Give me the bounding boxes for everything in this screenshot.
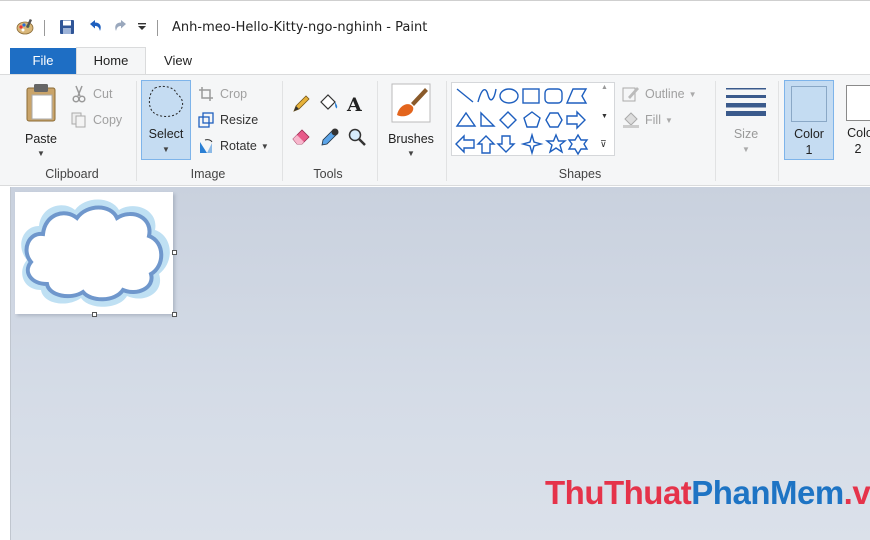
watermark-part1: ThuThuat [545, 474, 692, 511]
fill-dropdown-icon: ▼ [664, 115, 673, 125]
select-icon [147, 84, 187, 125]
copy-icon [70, 111, 88, 129]
color1-label: Color [794, 127, 824, 141]
watermark-part2: PhanMem [691, 474, 844, 511]
copy-label: Copy [93, 113, 123, 127]
size-dropdown-icon: ▼ [742, 145, 750, 154]
color2-number: 2 [854, 142, 862, 156]
cut-button[interactable]: Cut [70, 85, 112, 103]
undo-icon[interactable] [84, 15, 106, 39]
redo-icon[interactable] [110, 15, 132, 39]
rotate-dropdown-icon: ▼ [260, 141, 269, 151]
shapes-gallery-icons [455, 88, 589, 156]
resize-icon [197, 111, 215, 129]
save-icon[interactable] [56, 15, 78, 39]
canvas-resize-handle-corner[interactable] [172, 312, 177, 317]
scissors-icon [70, 85, 88, 103]
magnifier-icon[interactable] [347, 127, 367, 150]
customize-quick-access-icon[interactable] [134, 15, 150, 39]
rotate-icon [197, 137, 215, 155]
size-label: Size [733, 127, 759, 141]
select-button[interactable]: Select ▼ [141, 80, 191, 160]
drawing-canvas[interactable] [15, 192, 173, 314]
color2-swatch [846, 85, 870, 121]
tab-home[interactable]: Home [76, 47, 146, 75]
group-separator [778, 81, 779, 181]
crop-icon [197, 85, 215, 103]
group-separator [446, 81, 447, 181]
group-separator [377, 81, 378, 181]
crop-label: Crop [220, 87, 248, 101]
color2-button[interactable]: Colo 2 [840, 80, 870, 160]
shapes-expand-icon[interactable]: ⊽ [600, 139, 607, 150]
color1-button[interactable]: Color 1 [784, 80, 834, 160]
clipboard-group-label: Clipboard [45, 167, 99, 181]
fill-bucket-icon[interactable] [318, 93, 340, 116]
paste-icon [24, 83, 58, 126]
brushes-dropdown-icon: ▼ [407, 149, 415, 158]
rotate-label: Rotate [220, 139, 257, 153]
size-button[interactable]: Size ▼ [722, 81, 770, 161]
shapes-group-label: Shapes [558, 167, 602, 181]
watermark-logo: ThuThuatPhanMem.vn [545, 474, 870, 512]
outline-pen-icon [622, 85, 640, 103]
crop-button[interactable]: Crop [197, 85, 247, 103]
brush-icon [391, 83, 431, 126]
resize-label: Resize [220, 113, 259, 127]
paste-dropdown-icon: ▼ [37, 149, 45, 158]
fill-icon [622, 111, 640, 129]
group-separator [282, 81, 283, 181]
group-separator [136, 81, 137, 181]
shapes-gallery[interactable] [451, 82, 615, 156]
outline-label: Outline [645, 87, 685, 101]
color1-swatch [791, 86, 827, 122]
select-dropdown-icon: ▼ [162, 145, 170, 154]
canvas-resize-handle-bottom[interactable] [92, 312, 97, 317]
ribbon-tabs: File Home View [0, 46, 870, 75]
paste-label: Paste [25, 132, 57, 146]
cut-label: Cut [93, 87, 113, 101]
text-icon[interactable]: A [347, 94, 362, 116]
select-label: Select [148, 127, 184, 141]
line-size-icon [726, 86, 766, 119]
color1-number: 1 [805, 143, 813, 157]
copy-button[interactable]: Copy [70, 111, 122, 129]
tools-group-label: Tools [313, 167, 343, 181]
watermark-part3: .vn [843, 474, 870, 511]
pencil-icon[interactable] [291, 94, 311, 117]
image-group-label: Image [190, 167, 226, 181]
paste-button[interactable]: Paste ▼ [16, 81, 66, 161]
rotate-button[interactable]: Rotate ▼ [197, 137, 269, 155]
brushes-label: Brushes [388, 132, 434, 146]
brushes-button[interactable]: Brushes ▼ [382, 81, 440, 161]
title-separator [157, 20, 158, 36]
fill-label: Fill [645, 113, 661, 127]
outline-button[interactable]: Outline ▼ [622, 85, 697, 103]
canvas-resize-handle-right[interactable] [172, 250, 177, 255]
shapes-scroll-up-icon[interactable]: ▲ [601, 84, 608, 91]
group-separator [715, 81, 716, 181]
title-separator [44, 20, 45, 36]
cloud-drawing [21, 199, 170, 307]
ribbon: Paste ▼ Cut Copy Clipboard Select ▼ Crop… [0, 74, 870, 186]
outline-dropdown-icon: ▼ [688, 89, 697, 99]
tab-view[interactable]: View [150, 48, 206, 74]
window-title: Anh-meo-Hello-Kitty-ngo-nghinh - Paint [172, 20, 428, 35]
shapes-scroll-down-icon[interactable]: ▼ [601, 113, 608, 120]
eraser-icon[interactable] [291, 127, 313, 148]
resize-button[interactable]: Resize [197, 111, 258, 129]
paint-app-icon[interactable] [14, 15, 36, 39]
color2-label: Colo [847, 126, 870, 140]
fill-button[interactable]: Fill ▼ [622, 111, 673, 129]
title-bar: Anh-meo-Hello-Kitty-ngo-nghinh - Paint [0, 0, 870, 46]
tab-file[interactable]: File [10, 48, 76, 74]
color-picker-icon[interactable] [320, 127, 340, 150]
